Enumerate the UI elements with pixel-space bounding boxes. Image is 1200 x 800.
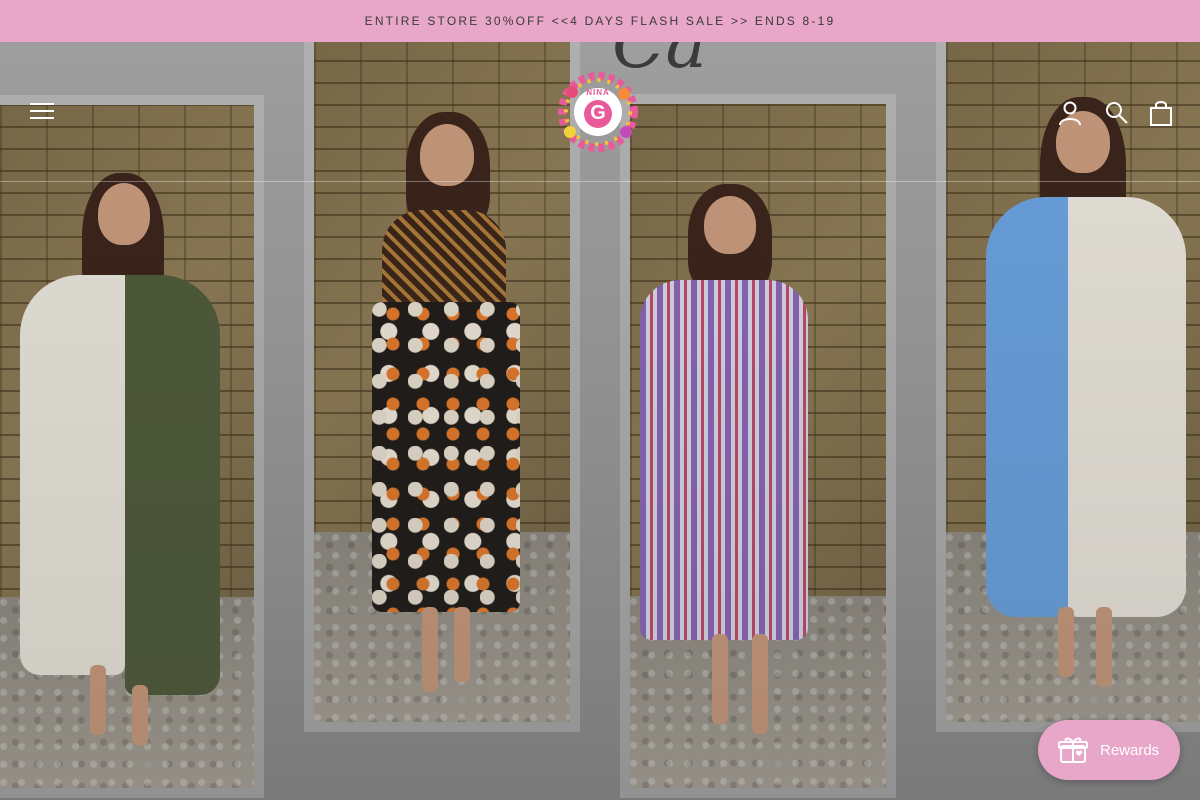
announcement-bar: ENTIRE STORE 30%OFF <<4 DAYS FLASH SALE …	[0, 0, 1200, 42]
shopping-bag-icon[interactable]	[1150, 100, 1176, 126]
model-figure	[20, 165, 230, 765]
product-photo-1[interactable]	[0, 105, 254, 788]
kaftan-white-half	[1068, 197, 1186, 617]
account-icon[interactable]	[1057, 100, 1083, 126]
kaftan-blue-half	[986, 197, 1068, 617]
logo-letter: G	[590, 102, 606, 124]
striped-dress	[640, 280, 808, 640]
search-icon[interactable]	[1104, 100, 1130, 126]
model-figure	[354, 112, 534, 702]
rewards-label: Rewards	[1100, 741, 1160, 759]
product-photo-3[interactable]	[630, 104, 886, 788]
model-figure	[640, 184, 840, 764]
rewards-button[interactable]: Rewards	[1038, 720, 1180, 780]
header-divider	[0, 181, 1200, 182]
product-photo-2[interactable]	[314, 42, 570, 722]
announcement-text: ENTIRE STORE 30%OFF <<4 DAYS FLASH SALE …	[364, 14, 836, 28]
hamburger-menu-icon[interactable]	[30, 103, 54, 121]
product-photo-4[interactable]	[946, 42, 1200, 722]
gift-icon	[1058, 737, 1088, 763]
model-figure	[986, 97, 1196, 697]
kaftan-white-half	[20, 275, 125, 675]
kaftan-green-half	[125, 275, 220, 695]
embroidered-bodice	[382, 210, 506, 310]
floral-skirt	[372, 302, 520, 612]
store-logo[interactable]: NINA G	[550, 68, 646, 156]
logo-name: NINA	[586, 88, 610, 97]
